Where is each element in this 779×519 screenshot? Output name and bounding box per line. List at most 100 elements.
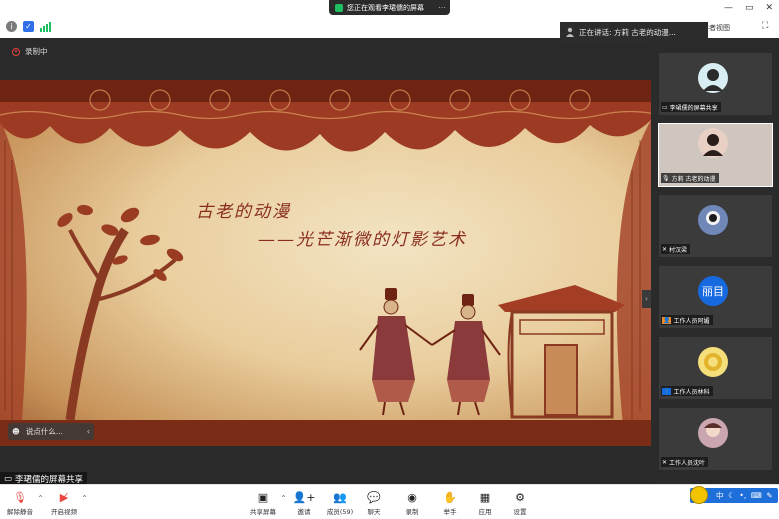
invite-button[interactable]: 👤+ 邀请: [286, 490, 322, 517]
wrench-icon[interactable]: ✎: [766, 491, 772, 500]
mic-icon: 🎙: [662, 174, 670, 182]
participant-name-row: 👤 工作人员阿媚: [661, 315, 713, 325]
audio-options-caret[interactable]: ^: [38, 495, 43, 502]
participant-tile[interactable]: ✕ 村汉梁: [658, 194, 773, 258]
shared-slide: 古老的动漫 ——光芒渐微的灯影艺术: [0, 80, 651, 446]
screen-share-small-icon: ▭: [4, 474, 13, 484]
window-controls: — ▭ ✕: [724, 3, 773, 13]
speaker-view-button[interactable]: 讲者视图: [702, 21, 758, 34]
chat-icon: 💬: [367, 490, 381, 504]
participant-name: 村汉梁: [669, 246, 688, 254]
raise-hand-button[interactable]: ✋ 举手: [432, 490, 468, 517]
chat-placeholder: 说点什么...: [25, 427, 63, 436]
share-screen-label: 共享屏幕: [250, 508, 276, 516]
speaking-indicator: 正在讲话: 方莉 古老的动漫...: [560, 22, 708, 42]
apps-button[interactable]: ▦ 应用: [467, 490, 503, 517]
participant-name: 工作人员林科: [673, 388, 710, 396]
ime-language-toggle[interactable]: 中: [716, 490, 724, 501]
participants-panel: ▭ 李珺儒的屏幕共享 🎙 方莉 古老的动漫 ✕ 村汉梁 丽目 👤 工作人员阿媚 …: [651, 38, 779, 484]
unmute-label: 解除静音: [7, 508, 33, 516]
slide-title: 古老的动漫: [196, 202, 291, 222]
participant-name-row: 🎙 方莉 古老的动漫: [661, 173, 719, 183]
record-label: 录制: [405, 508, 419, 516]
participant-name: 工作人员沈叶: [669, 459, 706, 467]
participant-name-row: 👤 工作人员林科: [661, 386, 713, 396]
members-label: 成员(59): [326, 508, 354, 516]
share-screen-icon: ▣: [257, 490, 269, 504]
settings-button[interactable]: ⚙ 设置: [502, 490, 538, 517]
avatar: [698, 63, 728, 93]
punctuation-icon[interactable]: •,: [739, 491, 746, 500]
mic-muted-icon: 🎙: [13, 490, 27, 504]
close-button[interactable]: ✕: [765, 3, 773, 13]
participant-name: 工作人员阿媚: [673, 317, 710, 325]
start-video-label: 开启视频: [51, 508, 77, 516]
avatar: 丽目: [698, 276, 728, 306]
collapse-icon[interactable]: ‹: [87, 427, 90, 436]
gear-icon: ⚙: [515, 490, 525, 504]
keyboard-icon[interactable]: ⌨: [751, 491, 762, 500]
record-button[interactable]: ◉ 录制: [394, 490, 430, 517]
recording-indicator[interactable]: 录制中: [12, 46, 48, 57]
shield-icon[interactable]: ✓: [23, 21, 34, 32]
chat-button[interactable]: 💬 聊天: [356, 490, 392, 517]
mic-muted-icon: ✕: [662, 245, 668, 253]
screen-share-small-icon: ▭: [662, 103, 668, 111]
mic-muted-icon: ✕: [662, 458, 668, 466]
bottom-toolbar: 🎙 解除静音 ^ ▶̸ 开启视频 ^ ▣ 共享屏幕 ^ 👤+ 邀请 👥 成员(5…: [0, 484, 779, 519]
panel-toggle-button[interactable]: ›: [642, 290, 651, 308]
sharing-indicator[interactable]: 您正在观看李珺儒的屏幕 ⋯: [329, 0, 450, 15]
raise-hand-label: 举手: [443, 508, 457, 516]
participant-tile[interactable]: 丽目 👤 工作人员阿媚: [658, 265, 773, 329]
chat-input[interactable]: ☻ 说点什么... ‹: [8, 423, 94, 440]
participant-tile[interactable]: ▭ 李珺儒的屏幕共享: [658, 52, 773, 116]
participant-name: 方莉 古老的动漫: [671, 175, 716, 183]
add-user-icon: 👤+: [292, 490, 316, 504]
unmute-button[interactable]: 🎙 解除静音: [2, 490, 38, 517]
hand-icon: ✋: [443, 490, 457, 504]
screen-share-area: 录制中 古老的动漫 ——光芒渐微的灯影艺术 ☻ 说点什么... ‹ ▭ 李珺儒的…: [0, 38, 651, 486]
avatar: [698, 128, 728, 158]
fullscreen-icon[interactable]: ⛶: [762, 21, 774, 33]
chat-label: 聊天: [367, 508, 381, 516]
slide-subtitle: ——光芒渐微的灯影艺术: [258, 230, 467, 250]
share-screen-button[interactable]: ▣ 共享屏幕: [245, 490, 281, 517]
settings-label: 设置: [513, 508, 527, 516]
person-icon: 👤: [662, 316, 672, 324]
emoji-icon[interactable]: ☻: [12, 427, 20, 436]
apps-grid-icon: ▦: [479, 490, 491, 504]
participant-tile[interactable]: ✕ 工作人员沈叶: [658, 407, 773, 471]
apps-label: 应用: [478, 508, 492, 516]
invite-label: 邀请: [297, 508, 311, 516]
screen-share-icon: [335, 3, 343, 12]
video-off-icon: ▶̸: [59, 490, 69, 504]
start-video-button[interactable]: ▶̸ 开启视频: [46, 490, 82, 517]
more-icon[interactable]: ⋯: [438, 3, 446, 12]
record-icon: [12, 47, 20, 56]
recording-label: 录制中: [25, 47, 48, 56]
shadow-puppet-illustration: [0, 80, 651, 446]
speaking-label: 正在讲话: 方莉 古老的动漫...: [579, 27, 676, 37]
ime-mascot-icon[interactable]: [690, 486, 708, 504]
participant-name-row: ✕ 工作人员沈叶: [661, 457, 709, 467]
sharing-indicator-text: 您正在观看李珺儒的屏幕: [347, 3, 424, 12]
minimize-button[interactable]: —: [724, 3, 733, 13]
info-icon[interactable]: i: [6, 21, 17, 32]
person-icon: 👤: [662, 387, 672, 395]
moon-icon[interactable]: ☾: [728, 491, 735, 500]
participant-name-row: ✕ 村汉梁: [661, 244, 691, 254]
avatar: [698, 418, 728, 448]
members-icon: 👥: [333, 490, 347, 504]
avatar: [698, 205, 728, 235]
members-button[interactable]: 👥 成员(59): [322, 490, 358, 517]
participant-tile-active-speaker[interactable]: 🎙 方莉 古老的动漫: [658, 123, 773, 187]
maximize-button[interactable]: ▭: [745, 3, 754, 13]
status-icons: i ✓: [6, 21, 51, 32]
video-options-caret[interactable]: ^: [82, 495, 87, 502]
avatar: [698, 347, 728, 377]
speaker-person-icon: [566, 27, 574, 37]
record-icon: ◉: [407, 490, 417, 504]
signal-icon[interactable]: [40, 21, 51, 32]
avatar-initials: 丽目: [702, 285, 724, 298]
participant-tile[interactable]: 👤 工作人员林科: [658, 336, 773, 400]
